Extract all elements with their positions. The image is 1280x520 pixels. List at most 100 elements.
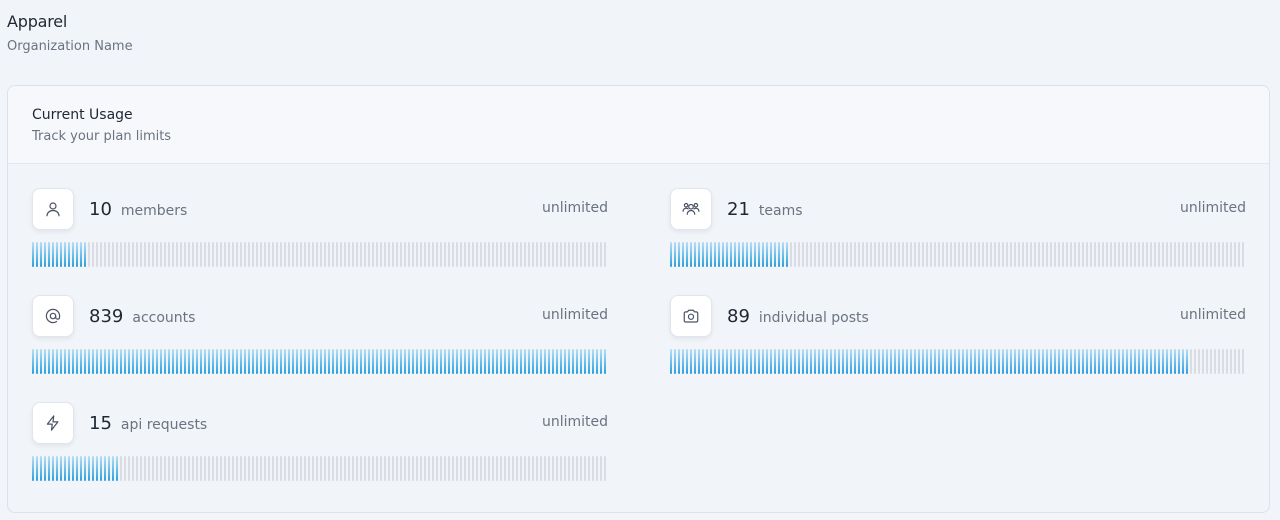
usage-bar-segment-filled: [782, 349, 784, 374]
usage-bar-segment-empty: [308, 456, 310, 481]
usage-bar-segment-empty: [120, 456, 122, 481]
usage-bar-segment-filled: [200, 349, 202, 374]
usage-bar-segment-empty: [1158, 242, 1160, 267]
usage-bar-segment-filled: [774, 349, 776, 374]
usage-bar-segment-filled: [280, 349, 282, 374]
usage-bar-segment-empty: [1090, 242, 1092, 267]
usage-bar-segment-filled: [1166, 349, 1168, 374]
usage-bar-segment-empty: [1206, 349, 1208, 374]
usage-bar-segment-empty: [1122, 242, 1124, 267]
usage-bar-segment-empty: [600, 456, 602, 481]
usage-bar-segment-empty: [476, 456, 478, 481]
usage-bar-segment-empty: [240, 242, 242, 267]
usage-bar-segment-empty: [260, 242, 262, 267]
usage-bar-segment-filled: [714, 349, 716, 374]
usage-bar-segment-filled: [300, 349, 302, 374]
usage-bar-segment-filled: [316, 349, 318, 374]
usage-bar-segment-filled: [176, 349, 178, 374]
usage-bar-segment-filled: [496, 349, 498, 374]
usage-bar-segment-empty: [396, 242, 398, 267]
usage-bar-segment-empty: [156, 242, 158, 267]
usage-bar-segment-empty: [132, 242, 134, 267]
usage-bar-segment-filled: [600, 349, 602, 374]
usage-bar-segment-empty: [508, 242, 510, 267]
usage-bar-segment-filled: [854, 349, 856, 374]
usage-bar-segment-empty: [180, 242, 182, 267]
usage-bar-segment-filled: [76, 242, 78, 267]
usage-bar-segment-filled: [460, 349, 462, 374]
usage-bar-segment-filled: [1106, 349, 1108, 374]
usage-bar-segment-empty: [1070, 242, 1072, 267]
usage-bar-segment-filled: [1182, 349, 1184, 374]
usage-bar-segment-filled: [68, 349, 70, 374]
usage-bar-segment-empty: [416, 242, 418, 267]
usage-bar-segment-empty: [296, 242, 298, 267]
usage-bar-segment-filled: [352, 349, 354, 374]
metric-count: 89: [727, 305, 750, 327]
usage-bar-segment-empty: [212, 456, 214, 481]
usage-bar-segment-empty: [304, 242, 306, 267]
usage-bar-segment-filled: [412, 349, 414, 374]
usage-bar-segment-empty: [240, 456, 242, 481]
usage-bar-segment-filled: [52, 456, 54, 481]
usage-bar-segment-filled: [862, 349, 864, 374]
usage-bar-segment-filled: [244, 349, 246, 374]
usage-bar-segment-empty: [846, 242, 848, 267]
usage-bar-segment-empty: [224, 242, 226, 267]
usage-bar-segment-empty: [360, 456, 362, 481]
usage-bar-segment-empty: [412, 242, 414, 267]
usage-bar-segment-filled: [1086, 349, 1088, 374]
usage-bar-segment-empty: [1046, 242, 1048, 267]
usage-bar-segment-filled: [320, 349, 322, 374]
usage-bar-segment-filled: [762, 242, 764, 267]
usage-bar-segment-filled: [104, 456, 106, 481]
usage-bar-segment-empty: [882, 242, 884, 267]
usage-bar-segment-filled: [974, 349, 976, 374]
usage-bar-segment-empty: [1130, 242, 1132, 267]
usage-bar-segment-empty: [436, 242, 438, 267]
usage-bar-segment-empty: [448, 242, 450, 267]
usage-bar-segment-filled: [84, 349, 86, 374]
usage-bar-segment-filled: [404, 349, 406, 374]
usage-bar-segment-filled: [722, 349, 724, 374]
usage-bar-segment-empty: [870, 242, 872, 267]
usage-bar-segment-empty: [1106, 242, 1108, 267]
usage-bar-segment-empty: [1006, 242, 1008, 267]
usage-bar-segment-empty: [112, 242, 114, 267]
usage-bar-segment-filled: [1042, 349, 1044, 374]
usage-bar-segment-empty: [420, 242, 422, 267]
usage-bar-segment-filled: [268, 349, 270, 374]
usage-bar-segment-empty: [874, 242, 876, 267]
usage-bar-segment-empty: [320, 456, 322, 481]
usage-bar-segment-empty: [1134, 242, 1136, 267]
usage-bar-segment-empty: [1026, 242, 1028, 267]
usage-bar-segment-empty: [176, 242, 178, 267]
usage-bar-segment-empty: [1214, 349, 1216, 374]
usage-bar-segment-empty: [830, 242, 832, 267]
usage-bar-segment-empty: [556, 456, 558, 481]
usage-bar-segment-empty: [472, 456, 474, 481]
usage-bar-segment-empty: [436, 456, 438, 481]
usage-bar-segment-filled: [444, 349, 446, 374]
camera-icon: [670, 295, 712, 337]
usage-bar-segment-filled: [1158, 349, 1160, 374]
usage-bar-segment-filled: [532, 349, 534, 374]
usage-bar-segment-filled: [850, 349, 852, 374]
usage-bar-segment-empty: [508, 456, 510, 481]
usage-bar-segment-empty: [536, 242, 538, 267]
usage-bar-segment-empty: [172, 242, 174, 267]
usage-bar-segment-empty: [312, 456, 314, 481]
usage-bar-segment-filled: [1162, 349, 1164, 374]
metric-accounts: 839 accounts unlimited: [32, 295, 608, 375]
usage-bar-segment-empty: [552, 456, 554, 481]
usage-bar-segment-empty: [806, 242, 808, 267]
usage-bar-segment-filled: [710, 349, 712, 374]
usage-bar-segment-empty: [604, 242, 606, 267]
usage-bar-segment-empty: [384, 456, 386, 481]
usage-bar-segment-empty: [492, 456, 494, 481]
usage-bar-segment-empty: [1146, 242, 1148, 267]
usage-bar-segment-empty: [156, 456, 158, 481]
usage-bar-segment-filled: [706, 349, 708, 374]
usage-bar-segment-filled: [898, 349, 900, 374]
usage-bar-segment-filled: [116, 349, 118, 374]
